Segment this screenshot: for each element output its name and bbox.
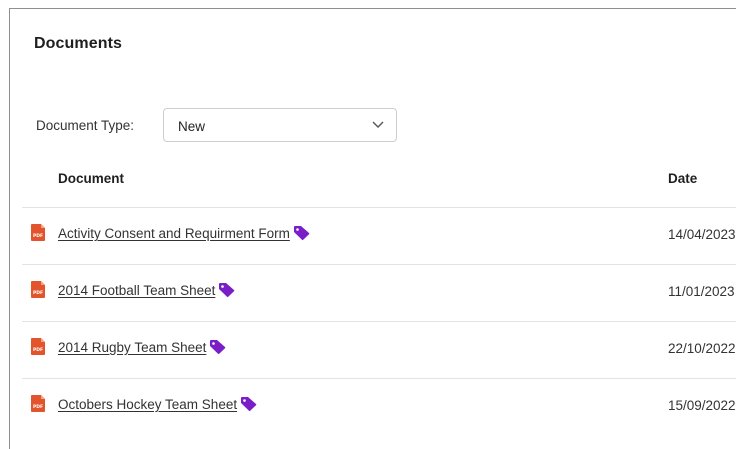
column-header-date: Date (668, 171, 698, 186)
document-date: 22/10/2022 (668, 341, 736, 356)
table-row: PDF Octobers Hockey Team Sheet 15/09/202… (22, 378, 736, 434)
document-link[interactable]: 2014 Rugby Team Sheet (58, 340, 226, 355)
document-date: 14/04/2023 (668, 227, 736, 242)
document-type-value: New (178, 119, 206, 134)
pdf-file-icon: PDF (31, 281, 45, 298)
pdf-file-icon: PDF (31, 338, 45, 355)
tag-icon (241, 397, 257, 411)
svg-text:PDF: PDF (33, 404, 43, 410)
document-name: Octobers Hockey Team Sheet (58, 397, 238, 412)
svg-text:PDF: PDF (33, 347, 43, 353)
table-row: PDF Activity Consent and Requirment Form… (22, 207, 736, 263)
document-name: Activity Consent and Requirment Form (58, 226, 290, 241)
pdf-file-icon: PDF (31, 224, 45, 241)
table-row: PDF 2014 Football Team Sheet 11/01/2023 (22, 264, 736, 320)
pdf-file-icon: PDF (31, 395, 45, 412)
panel-title: Documents (34, 35, 123, 52)
document-name: 2014 Rugby Team Sheet (58, 340, 207, 355)
svg-text:PDF: PDF (33, 290, 43, 296)
document-date: 15/09/2022 (668, 398, 736, 413)
column-header-document: Document (58, 171, 125, 186)
document-link[interactable]: Activity Consent and Requirment Form (58, 226, 310, 241)
document-link[interactable]: 2014 Football Team Sheet (58, 283, 235, 298)
document-type-select[interactable]: New (163, 108, 397, 142)
document-date: 11/01/2023 (668, 284, 735, 299)
tag-icon (210, 340, 226, 354)
document-type-label: Document Type: (36, 118, 135, 133)
document-name: 2014 Football Team Sheet (58, 283, 216, 298)
chevron-down-icon (372, 121, 384, 128)
svg-text:PDF: PDF (33, 233, 43, 239)
table-row: PDF 2014 Rugby Team Sheet 22/10/2022 (22, 321, 736, 377)
tag-icon (219, 283, 235, 297)
tag-icon (293, 226, 310, 240)
document-link[interactable]: Octobers Hockey Team Sheet (58, 397, 257, 412)
